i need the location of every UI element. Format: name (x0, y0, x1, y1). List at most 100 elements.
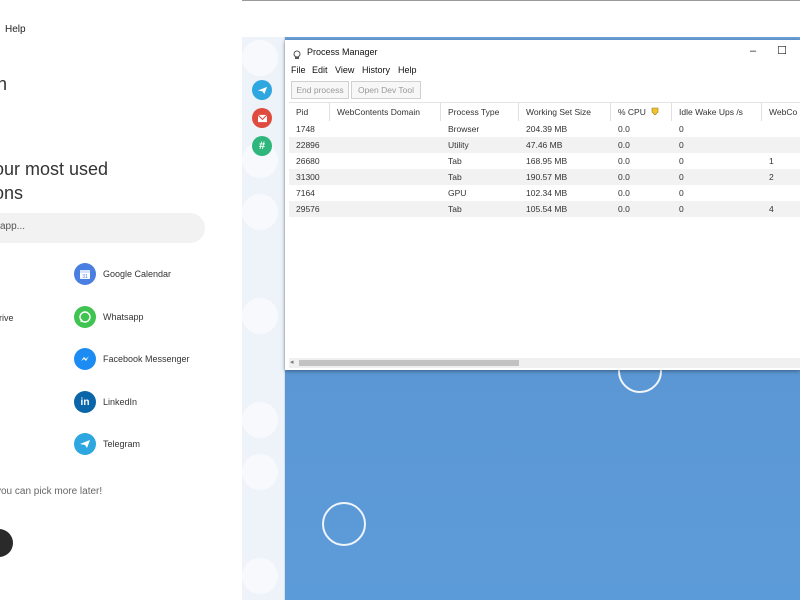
hint-text: you can pick more later! (0, 486, 103, 497)
cell-pid: 31300 (296, 172, 320, 182)
heading-line-2: ons (0, 183, 24, 203)
app-label: Facebook Messenger (103, 354, 190, 364)
column-header-pid[interactable]: Pid (289, 103, 330, 121)
app-item-linkedin[interactable]: in LinkedIn (74, 391, 193, 413)
minimize-button[interactable]: – (739, 42, 767, 60)
cell-cpu: 0.0 (618, 156, 630, 166)
table-row[interactable]: 29576 Tab 105.54 MB 0.0 0 4 (289, 201, 800, 217)
horizontal-scrollbar[interactable]: ◂ (289, 358, 800, 368)
cell-type: Utility (448, 140, 469, 150)
table-row[interactable]: 22896 Utility 47.46 MB 0.0 0 (289, 137, 800, 153)
cell-ws: 102.34 MB (526, 188, 568, 198)
svg-text:31: 31 (82, 274, 88, 280)
menu-file[interactable]: File (291, 65, 306, 75)
window-title: Process Manager (307, 47, 378, 57)
cell-ws: 105.54 MB (526, 204, 568, 214)
menu-history[interactable]: History (362, 65, 390, 75)
cell-cpu: 0.0 (618, 204, 630, 214)
cell-type: Browser (448, 124, 480, 134)
process-table: Pid WebContents Domain Process Type Work… (289, 102, 800, 361)
cell-ws: 190.57 MB (526, 172, 568, 182)
linkedin-icon: in (74, 391, 96, 413)
cell-cpu: 0.0 (618, 124, 630, 134)
scroll-left-arrow-icon[interactable]: ◂ (290, 358, 294, 366)
menu-help[interactable]: Help (5, 24, 26, 35)
process-manager-window: Process Manager – ☐ File Edit View Histo… (285, 40, 800, 370)
column-header-webco[interactable]: WebCo (762, 103, 800, 121)
open-dev-tool-button[interactable]: Open Dev Tool (351, 81, 421, 99)
continue-button[interactable] (0, 529, 13, 557)
table-row[interactable]: 1748 Browser 204.39 MB 0.0 0 (289, 121, 800, 137)
messenger-icon (74, 348, 96, 370)
cell-ws: 168.95 MB (526, 156, 568, 166)
google-drive-label[interactable]: rive (0, 313, 14, 323)
cell-webco: 2 (769, 172, 774, 182)
cell-pid: 29576 (296, 204, 320, 214)
cell-type: Tab (448, 204, 462, 214)
onboarding-panel: Help n our most used ons rive 31 Google … (0, 0, 242, 600)
maximize-button[interactable]: ☐ (768, 42, 796, 60)
telegram-icon[interactable] (252, 80, 272, 100)
table-row[interactable]: 7164 GPU 102.34 MB 0.0 0 (289, 185, 800, 201)
google-calendar-icon: 31 (74, 263, 96, 285)
cell-cpu: 0.0 (618, 172, 630, 182)
dribbble-icon[interactable] (242, 40, 278, 76)
cloud-icon[interactable] (242, 402, 278, 438)
cell-pid: 7164 (296, 188, 315, 198)
column-header-working-set-size[interactable]: Working Set Size (519, 103, 611, 121)
cell-idle: 0 (679, 156, 684, 166)
table-row[interactable]: 26680 Tab 168.95 MB 0.0 0 1 (289, 153, 800, 169)
table-row[interactable]: 31300 Tab 190.57 MB 0.0 0 2 (289, 169, 800, 185)
telegram-icon (74, 433, 96, 455)
column-header-idle-wake-ups[interactable]: Idle Wake Ups /s (672, 103, 762, 121)
sort-indicator-icon (651, 104, 659, 122)
app-label: Whatsapp (103, 312, 144, 322)
cell-cpu: 0.0 (618, 140, 630, 150)
cell-ws: 204.39 MB (526, 124, 568, 134)
column-header-webcontents-domain[interactable]: WebContents Domain (330, 103, 441, 121)
app-search-input[interactable] (0, 221, 180, 232)
heading-line-1: our most used (0, 159, 109, 179)
app-search-box[interactable] (0, 213, 205, 243)
github-icon[interactable] (242, 194, 278, 230)
menu-view[interactable]: View (335, 65, 354, 75)
decorative-ring (322, 502, 366, 546)
cell-cpu: 0.0 (618, 188, 630, 198)
end-process-button[interactable]: End process (291, 81, 349, 99)
menu-help[interactable]: Help (398, 65, 417, 75)
cell-webco: 1 (769, 156, 774, 166)
cell-type: GPU (448, 188, 467, 198)
cell-pid: 22896 (296, 140, 320, 150)
app-label: Telegram (103, 439, 141, 449)
dropbox-icon[interactable] (242, 298, 278, 334)
app-item-facebook-messenger[interactable]: Facebook Messenger (74, 348, 193, 370)
service-sidebar: # (242, 37, 285, 600)
app-label: LinkedIn (103, 397, 138, 407)
cell-idle: 0 (679, 204, 684, 214)
cell-idle: 0 (679, 140, 684, 150)
cell-idle: 0 (679, 188, 684, 198)
cell-idle: 0 (679, 172, 684, 182)
cell-ws: 47.46 MB (526, 140, 563, 150)
app-item-whatsapp[interactable]: Whatsapp (74, 306, 193, 328)
heading-fragment: n (0, 74, 8, 94)
gmail-icon[interactable] (252, 108, 272, 128)
scrollbar-thumb[interactable] (299, 360, 519, 366)
window-app-icon (292, 47, 302, 65)
cell-type: Tab (448, 156, 462, 166)
whatsapp-icon (74, 306, 96, 328)
cell-webco: 4 (769, 204, 774, 214)
column-header-cpu[interactable]: % CPU (611, 103, 672, 121)
app-label: Google Calendar (103, 269, 172, 279)
column-header-cpu-label: % CPU (618, 107, 646, 117)
cell-idle: 0 (679, 124, 684, 134)
cell-type: Tab (448, 172, 462, 182)
app-item-telegram[interactable]: Telegram (74, 433, 193, 455)
column-header-process-type[interactable]: Process Type (441, 103, 519, 121)
whatsapp-icon[interactable] (242, 558, 278, 594)
discord-icon[interactable] (242, 454, 278, 490)
page-heading: our most used ons (0, 157, 108, 205)
menu-edit[interactable]: Edit (312, 65, 328, 75)
app-item-google-calendar[interactable]: 31 Google Calendar (74, 263, 193, 285)
slack-icon[interactable]: # (252, 136, 272, 156)
